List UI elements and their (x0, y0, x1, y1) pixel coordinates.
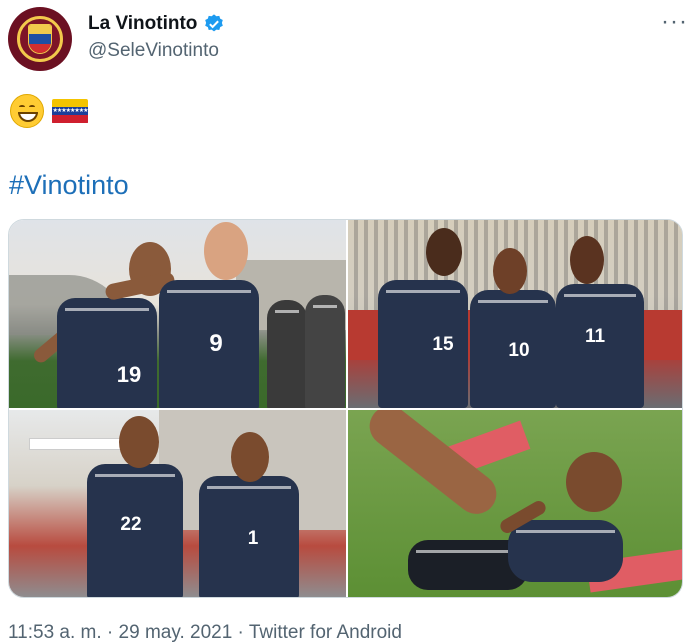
display-name[interactable]: La Vinotinto (88, 13, 197, 35)
jersey-number: 1 (247, 528, 259, 549)
photo-2[interactable]: 15 10 11 (348, 220, 682, 408)
crest-icon (17, 16, 63, 62)
jersey-number: 11 (584, 326, 606, 347)
photo-grid: 19 9 15 10 11 22 1 (8, 219, 683, 598)
jersey-number: 15 (432, 334, 454, 355)
tweet-time[interactable]: 11:53 a. m. (8, 622, 102, 643)
jersey-number: 9 (209, 330, 223, 357)
photo-4[interactable] (348, 410, 682, 597)
avatar[interactable] (8, 7, 72, 71)
grinning-face-icon (10, 94, 44, 128)
jersey-number: 19 (116, 362, 142, 387)
photo-1[interactable]: 19 9 (9, 220, 346, 408)
hashtag-link[interactable]: #Vinotinto (9, 170, 129, 201)
separator: · (101, 622, 119, 643)
tweet-timestamp: 11:53 a. m. · 29 may. 2021 · Twitter for… (8, 622, 402, 643)
verified-badge-icon (205, 14, 224, 32)
photo-3[interactable]: 22 1 (9, 410, 346, 597)
jersey-number: 22 (120, 514, 142, 535)
tweet-source[interactable]: Twitter for Android (249, 622, 402, 643)
venezuela-flag-icon: ★★★★★★★★ (52, 98, 88, 124)
emoji-row: ★★★★★★★★ (10, 94, 88, 128)
ellipsis-icon[interactable]: ··· (661, 8, 688, 36)
account-name-row: La Vinotinto (88, 13, 225, 35)
separator: · (232, 622, 249, 643)
account-handle[interactable]: @SeleVinotinto (88, 40, 219, 62)
jersey-number: 10 (508, 340, 530, 361)
tweet-date[interactable]: 29 may. 2021 (119, 622, 233, 643)
